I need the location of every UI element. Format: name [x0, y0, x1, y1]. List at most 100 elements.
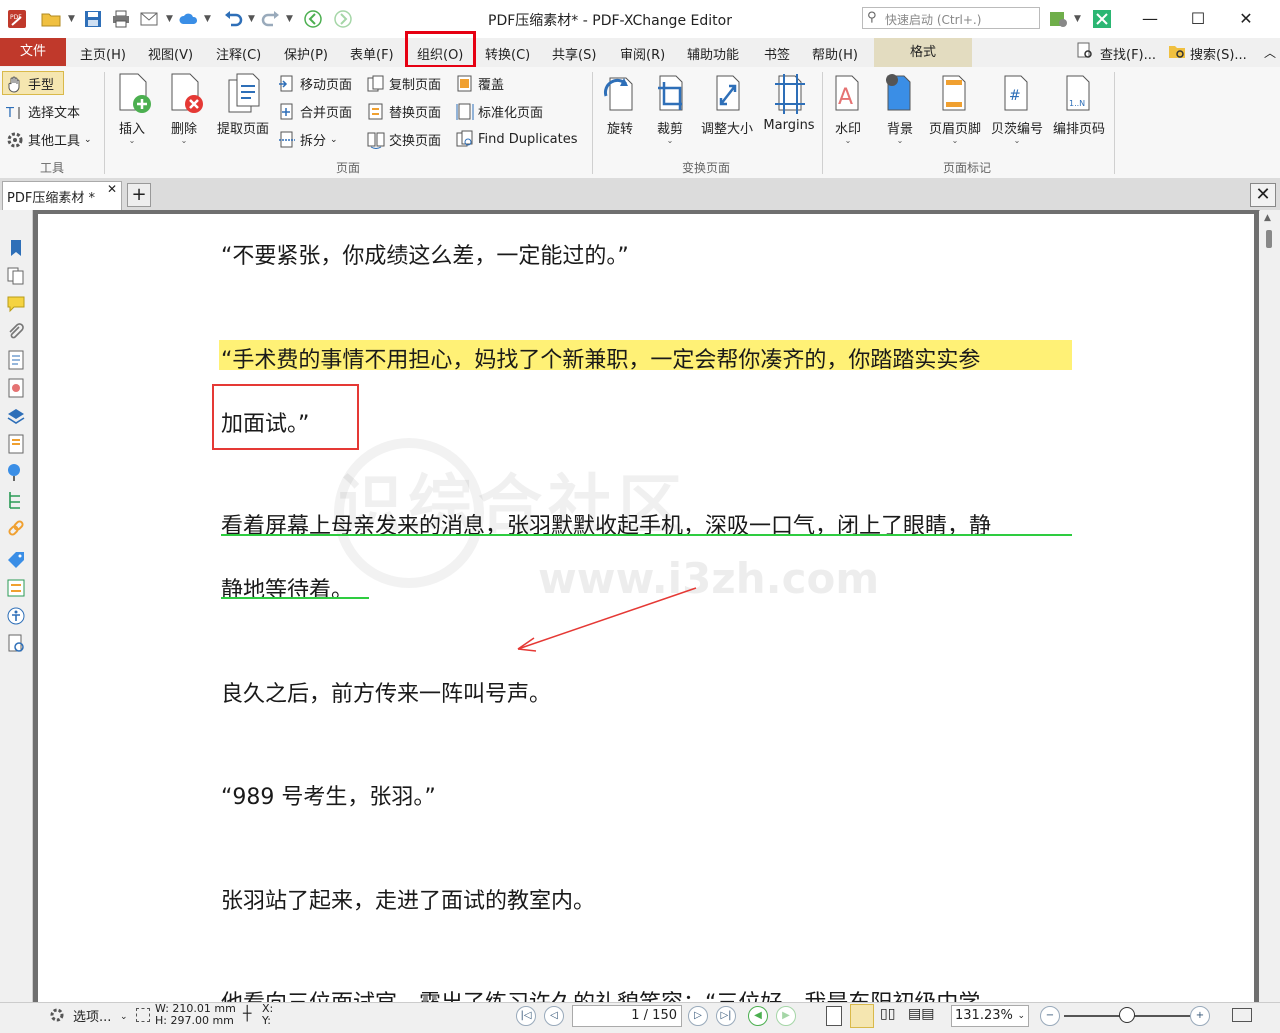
scroll-up-icon[interactable]: ▲	[1264, 213, 1271, 223]
menu-protect[interactable]: 保护(P)	[284, 44, 328, 63]
arrow-annotation[interactable]	[508, 582, 708, 652]
new-tab-button[interactable]: +	[127, 183, 151, 207]
swap-pages-button[interactable]: 交换页面	[367, 130, 441, 149]
chevron-down-icon[interactable]: ▼	[204, 14, 211, 24]
other-tools-dropdown[interactable]: 其他工具 ⌄	[6, 130, 92, 149]
page-number-field[interactable]: 1 / 150	[572, 1005, 682, 1027]
form-fields-icon[interactable]	[6, 578, 26, 598]
back-icon[interactable]	[302, 8, 324, 30]
forward-view-button[interactable]: ▶	[776, 1006, 796, 1026]
back-view-button[interactable]: ◀	[748, 1006, 768, 1026]
close-document-button[interactable]: ✕	[1250, 183, 1276, 207]
content-icon[interactable]	[6, 434, 26, 454]
find-duplicates-button[interactable]: Find Duplicates	[456, 130, 577, 148]
search-folder-icon[interactable]	[1168, 42, 1186, 60]
fullscreen-icon[interactable]	[1091, 8, 1113, 30]
zoom-in-button[interactable]: +	[1190, 1006, 1210, 1026]
page-numbering-button[interactable]: 1..N 编排页码	[1048, 72, 1110, 137]
minimize-button[interactable]: —	[1130, 6, 1170, 32]
search-button[interactable]: 搜索(S)...	[1190, 44, 1247, 63]
properties-icon[interactable]	[6, 350, 26, 370]
cover-button[interactable]: 覆盖	[456, 74, 504, 93]
maximize-button[interactable]: ☐	[1178, 6, 1218, 32]
search-results-icon[interactable]	[6, 634, 26, 654]
accessibility-icon[interactable]	[6, 606, 26, 626]
select-text-tool[interactable]: T 选择文本	[5, 102, 80, 122]
vertical-scrollbar[interactable]	[1260, 210, 1280, 1002]
two-page-view-icon[interactable]: ▯▯	[880, 1006, 895, 1022]
menu-accessibility[interactable]: 辅助功能	[687, 44, 739, 63]
tab-format[interactable]: 格式	[874, 38, 972, 67]
zoom-level-field[interactable]: 131.23% ⌄	[951, 1005, 1029, 1027]
print-icon[interactable]	[110, 8, 132, 30]
last-page-button[interactable]: ▷|	[716, 1006, 736, 1026]
links-icon[interactable]	[6, 518, 26, 538]
quick-launch-input[interactable]: ⚲ 快速启动 (Ctrl+.)	[862, 7, 1040, 29]
watermark-button[interactable]: A 水印 ⌄	[820, 72, 876, 145]
find-icon[interactable]	[1076, 42, 1094, 60]
save-icon[interactable]	[82, 8, 104, 30]
scrollbar-thumb[interactable]	[1266, 230, 1272, 248]
document-tab[interactable]: PDF压缩素材 * ✕	[2, 181, 122, 210]
menu-home[interactable]: 主页(H)	[80, 44, 126, 63]
menu-share[interactable]: 共享(S)	[552, 44, 596, 63]
resize-button[interactable]: 调整大小	[696, 72, 758, 137]
full-screen-icon[interactable]	[1232, 1008, 1252, 1022]
attachments-icon[interactable]	[6, 322, 26, 342]
close-window-button[interactable]: ✕	[1226, 6, 1266, 32]
structure-icon[interactable]	[6, 490, 26, 510]
delete-pages-button[interactable]: 删除 ⌄	[156, 72, 212, 145]
bates-numbering-button[interactable]: # 贝茨编号 ⌄	[986, 72, 1048, 145]
move-pages-button[interactable]: 移动页面	[278, 74, 352, 93]
two-page-continuous-icon[interactable]: ▤▤	[908, 1006, 934, 1022]
copy-pages-button[interactable]: 复制页面	[367, 74, 441, 93]
comments-icon[interactable]	[6, 294, 26, 314]
single-page-view-icon[interactable]	[826, 1006, 842, 1026]
merge-pages-button[interactable]: 合并页面	[278, 102, 352, 121]
thumbnails-icon[interactable]	[6, 266, 26, 286]
split-dropdown[interactable]: 拆分 ⌄	[278, 130, 338, 149]
tags-icon[interactable]	[6, 550, 26, 570]
rotate-button[interactable]: 旋转	[592, 72, 648, 137]
bookmarks-icon[interactable]	[6, 238, 26, 258]
menu-form[interactable]: 表单(F)	[350, 44, 394, 63]
menu-comment[interactable]: 注释(C)	[216, 44, 261, 63]
previous-page-button[interactable]: ◁	[544, 1006, 564, 1026]
chevron-down-icon[interactable]: ▼	[68, 14, 75, 24]
zoom-out-button[interactable]: −	[1040, 1006, 1060, 1026]
menu-view[interactable]: 视图(V)	[148, 44, 193, 63]
chevron-down-icon[interactable]: ⌄	[120, 1012, 128, 1022]
document-info-icon[interactable]	[6, 378, 26, 398]
customize-toolbar-icon[interactable]	[1048, 8, 1070, 30]
pdf-page[interactable]: 识综合社区 www.i3zh.com “不要紧张，你成绩这么差，一定能过的。” …	[38, 214, 1254, 1002]
menu-bookmarks[interactable]: 书签	[764, 44, 790, 63]
app-logo-icon[interactable]: PDF	[6, 8, 28, 30]
first-page-button[interactable]: |◁	[516, 1006, 536, 1026]
hand-tool[interactable]: 手型	[6, 74, 54, 93]
zoom-slider-handle[interactable]	[1119, 1007, 1135, 1023]
next-page-button[interactable]: ▷	[688, 1006, 708, 1026]
underline-annotation[interactable]	[221, 597, 369, 599]
chevron-down-icon[interactable]: ▼	[248, 14, 255, 24]
insert-pages-button[interactable]: 插入 ⌄	[104, 72, 160, 145]
menu-convert[interactable]: 转换(C)	[485, 44, 530, 63]
rectangle-annotation[interactable]	[212, 384, 359, 450]
replace-pages-button[interactable]: 替换页面	[367, 102, 441, 121]
open-folder-icon[interactable]	[40, 8, 62, 30]
destinations-icon[interactable]	[6, 462, 26, 482]
email-icon[interactable]	[138, 8, 160, 30]
undo-icon[interactable]	[222, 8, 244, 30]
layers-icon[interactable]	[6, 406, 26, 426]
options-button[interactable]: 选项...	[73, 1006, 111, 1025]
menu-review[interactable]: 审阅(R)	[620, 44, 665, 63]
file-menu[interactable]: 文件	[0, 38, 66, 66]
options-gear-icon[interactable]	[48, 1006, 66, 1024]
extract-pages-button[interactable]: 提取页面	[212, 72, 274, 137]
ribbon-collapse-icon[interactable]: ︿	[1264, 44, 1276, 61]
forward-icon[interactable]	[332, 8, 354, 30]
chevron-down-icon[interactable]: ▼	[166, 14, 173, 24]
margins-button[interactable]: Margins	[758, 72, 820, 133]
background-button[interactable]: 背景 ⌄	[872, 72, 928, 145]
crop-button[interactable]: 裁剪 ⌄	[642, 72, 698, 145]
continuous-view-icon[interactable]	[850, 1004, 874, 1028]
